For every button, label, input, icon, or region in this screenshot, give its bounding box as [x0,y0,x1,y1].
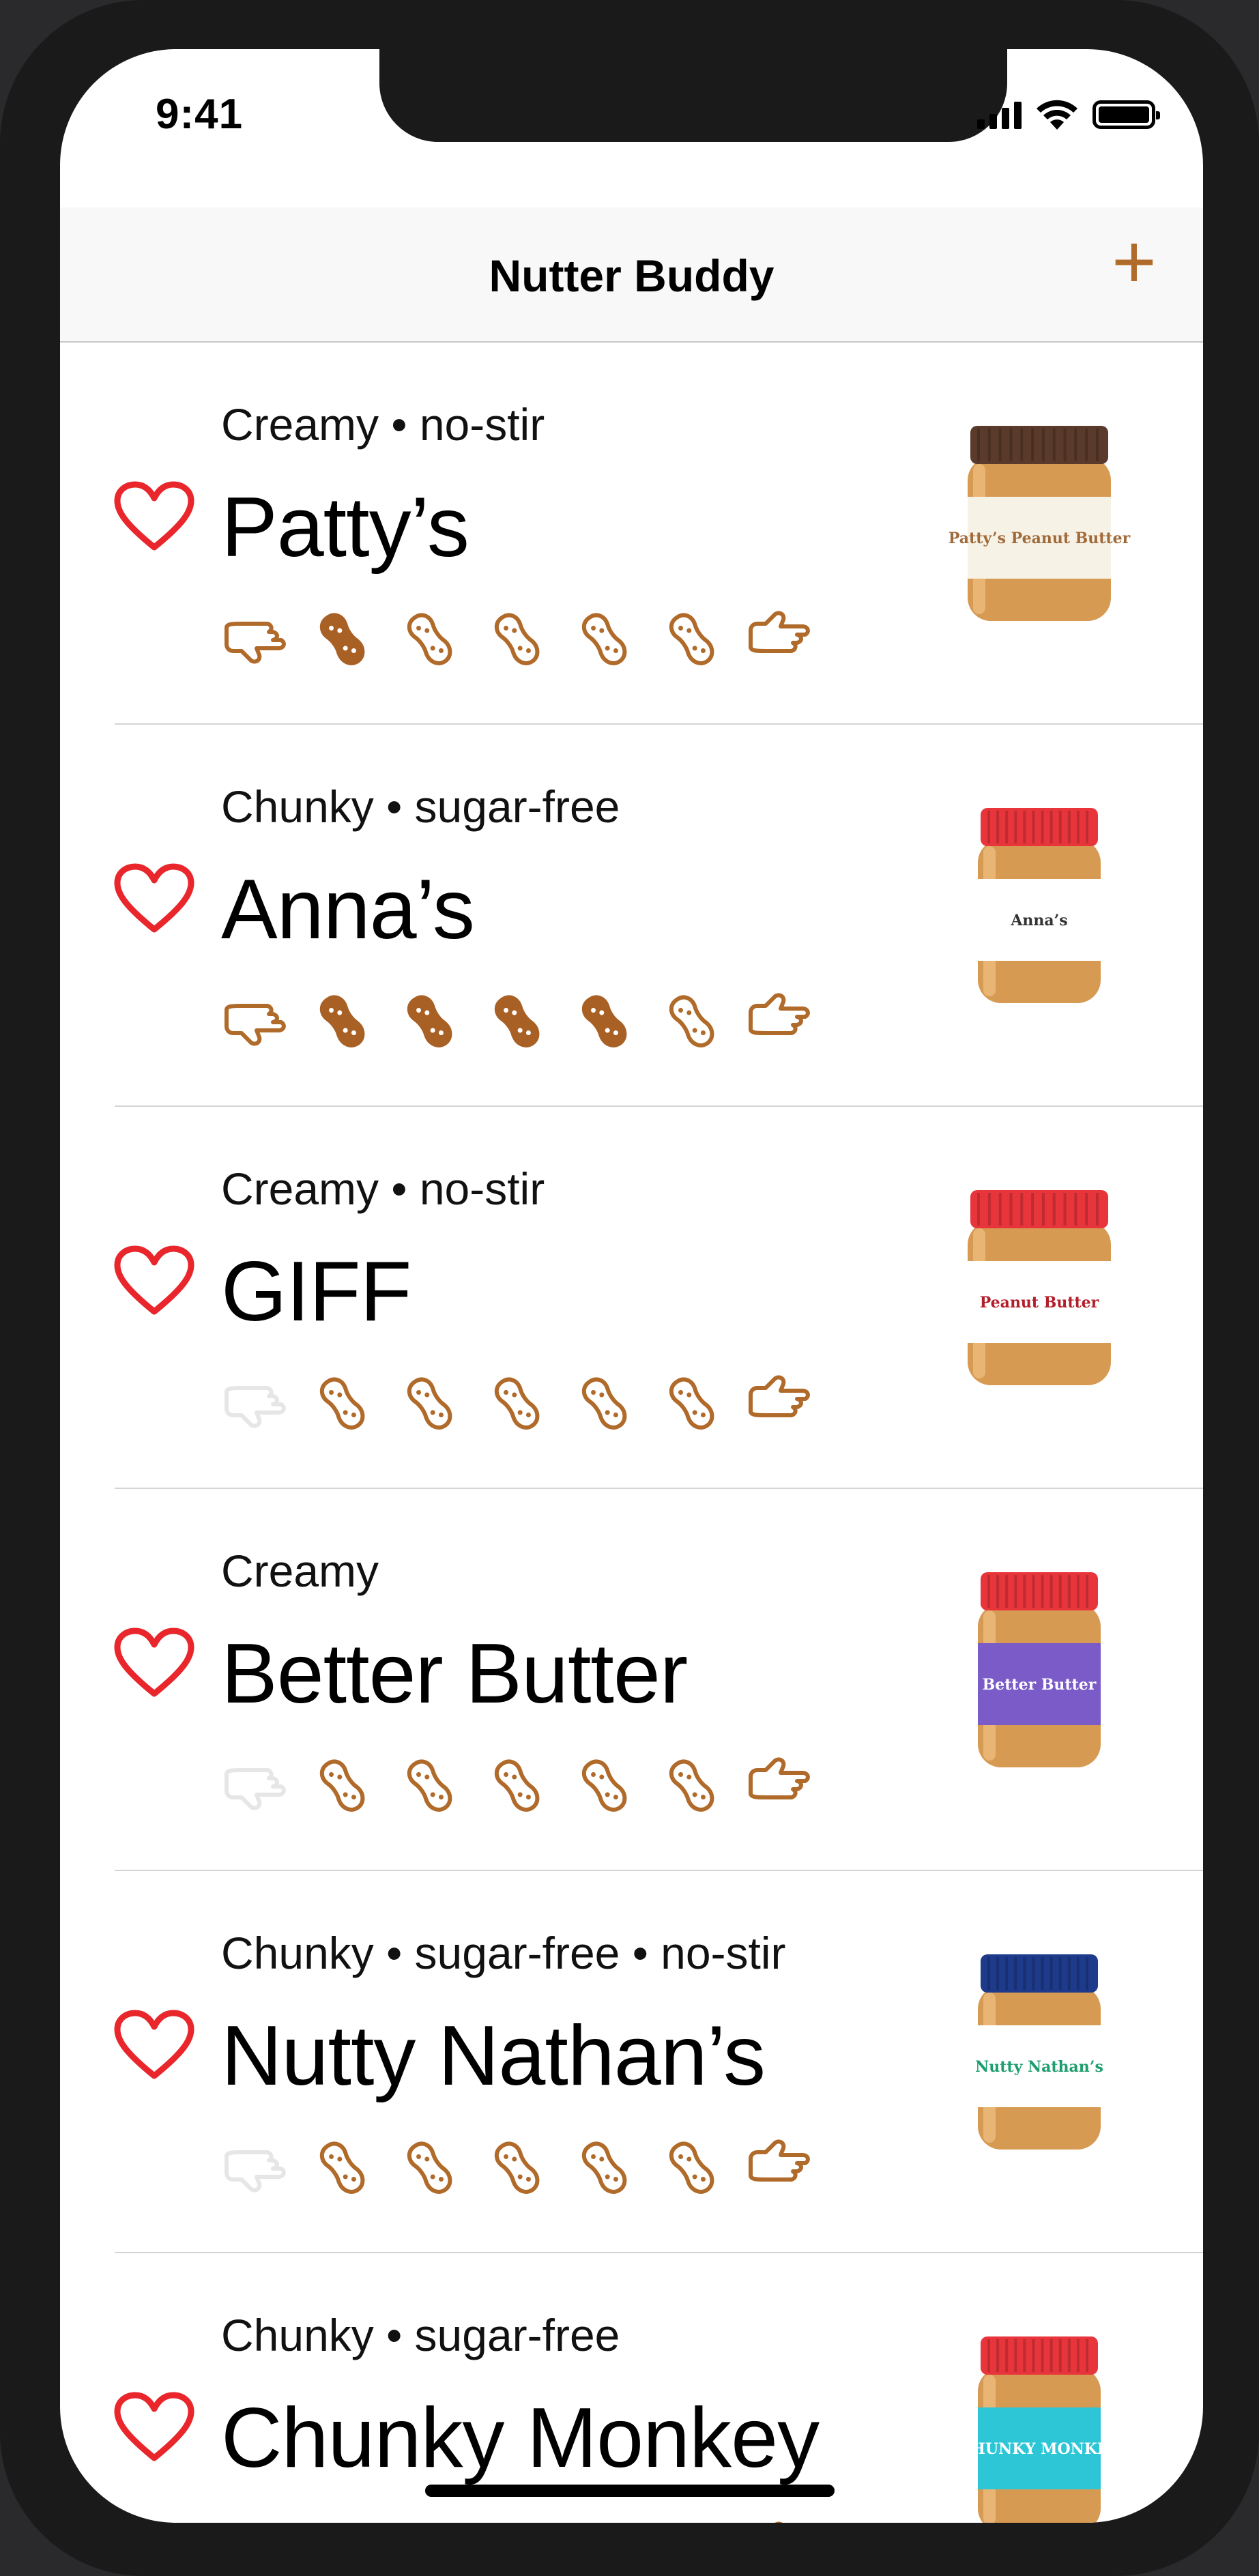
peanut-outline-icon[interactable] [483,1756,551,1815]
thumbs-up-icon[interactable] [745,610,813,669]
item-name: GIFF [221,1245,411,1339]
peanut-outline-icon[interactable] [308,1756,377,1815]
wifi-icon [1037,100,1077,130]
jar-label-text: Patty’s Peanut Butter [949,530,1131,547]
list-item[interactable]: Creamy • no-stir Patty’s Patty’s Peanut … [60,343,1203,725]
thumbs-down-icon[interactable] [221,610,289,669]
thumbs-down-icon[interactable] [221,1374,289,1433]
peanut-outline-icon[interactable] [570,2521,639,2523]
rating-bar [221,2521,813,2523]
peanut-outline-icon[interactable] [308,1374,377,1433]
peanut-outline-icon[interactable] [396,1374,464,1433]
navigation-bar: Nutter Buddy + [60,207,1203,343]
peanut-outline-icon[interactable] [658,1756,726,1815]
item-name: Nutty Nathan’s [221,2009,766,2103]
peanut-filled-icon[interactable] [308,992,377,1051]
peanut-outline-icon[interactable] [658,992,726,1051]
cellular-signal-icon [977,100,1022,129]
favorite-heart-icon[interactable] [113,863,195,935]
jar-label-text: Nutty Nathan’s [975,2058,1103,2076]
jar-label-text: CHUNKY MONKEY [959,2440,1120,2458]
favorite-heart-icon[interactable] [113,480,195,553]
peanut-outline-icon[interactable] [658,610,726,669]
item-name: Anna’s [221,863,475,957]
peanut-outline-icon[interactable] [396,610,464,669]
jar-image: Peanut Butter [968,1190,1111,1385]
thumbs-up-icon[interactable] [745,2139,813,2197]
item-subtitle: Creamy • no-stir [221,1163,545,1214]
jar-image: Anna’s [978,808,1101,1003]
peanut-outline-icon[interactable] [570,1374,639,1433]
list-item[interactable]: Creamy Better Butter Better Butter [60,1489,1203,1871]
peanut-filled-icon[interactable] [396,992,464,1051]
thumbs-up-icon[interactable] [745,992,813,1051]
peanut-outline-icon[interactable] [483,2139,551,2197]
thumbs-up-icon[interactable] [745,1374,813,1433]
peanut-outline-icon[interactable] [483,2521,551,2523]
app-screen: 9:41 Nutter Buddy + Creamy • no-stir Pat… [60,49,1203,2523]
jar-image: CHUNKY MONKEY [959,2336,1120,2523]
jar-label-text: Better Butter [983,1676,1097,1694]
peanut-outline-icon[interactable] [396,2521,464,2523]
peanut-filled-icon[interactable] [483,992,551,1051]
rating-bar [221,610,813,669]
battery-icon [1092,100,1160,129]
peanut-outline-icon[interactable] [658,1374,726,1433]
list-item[interactable]: Chunky • sugar-free • no-stir Nutty Nath… [60,1871,1203,2253]
jar-image: Nutty Nathan’s [975,1954,1103,2150]
thumbs-up-icon[interactable] [745,1756,813,1815]
jar-label-text: Peanut Butter [980,1294,1099,1312]
peanut-butter-list: Creamy • no-stir Patty’s Patty’s Peanut … [60,343,1203,2523]
peanut-outline-icon[interactable] [658,2521,726,2523]
peanut-outline-icon[interactable] [396,1756,464,1815]
favorite-heart-icon[interactable] [113,2009,195,2081]
rating-bar [221,992,813,1051]
status-time: 9:41 [156,91,244,138]
peanut-outline-icon[interactable] [308,2521,377,2523]
thumbs-down-icon[interactable] [221,2521,289,2523]
thumbs-down-icon[interactable] [221,1756,289,1815]
device-notch [379,49,1007,142]
item-name: Better Butter [221,1627,688,1721]
item-subtitle: Chunky • sugar-free [221,781,620,832]
home-indicator [425,2485,835,2497]
favorite-heart-icon[interactable] [113,2391,195,2463]
rating-bar [221,1756,813,1815]
peanut-outline-icon[interactable] [396,2139,464,2197]
jar-image: Better Butter [978,1572,1101,1767]
item-subtitle: Chunky • sugar-free • no-stir [221,1928,786,1978]
peanut-filled-icon[interactable] [308,610,377,669]
jar-label-text: Anna’s [1010,912,1067,929]
jar-image: Patty’s Peanut Butter [949,426,1131,621]
peanut-outline-icon[interactable] [483,1374,551,1433]
peanut-outline-icon[interactable] [483,610,551,669]
item-subtitle: Creamy [221,1546,379,1596]
rating-bar [221,1374,813,1433]
rating-bar [221,2139,813,2197]
favorite-heart-icon[interactable] [113,1627,195,1699]
peanut-outline-icon[interactable] [658,2139,726,2197]
peanut-outline-icon[interactable] [570,610,639,669]
item-name: Chunky Monkey [221,2391,820,2485]
thumbs-down-icon[interactable] [221,2139,289,2197]
item-subtitle: Creamy • no-stir [221,399,545,450]
favorite-heart-icon[interactable] [113,1245,195,1317]
peanut-filled-icon[interactable] [570,992,639,1051]
peanut-outline-icon[interactable] [308,2139,377,2197]
thumbs-down-icon[interactable] [221,992,289,1051]
thumbs-up-icon[interactable] [745,2521,813,2523]
item-name: Patty’s [221,480,469,575]
peanut-outline-icon[interactable] [570,1756,639,1815]
peanut-outline-icon[interactable] [570,2139,639,2197]
add-button[interactable]: + [1103,224,1165,300]
nav-title: Nutter Buddy [489,250,775,301]
status-icons [977,98,1160,131]
list-item[interactable]: Chunky • sugar-free Anna’s Anna’s [60,725,1203,1107]
item-subtitle: Chunky • sugar-free [221,2310,620,2360]
list-item[interactable]: Chunky • sugar-free Chunky Monkey CHUNKY… [60,2253,1203,2523]
list-item[interactable]: Creamy • no-stir GIFF Peanut Butter [60,1107,1203,1489]
